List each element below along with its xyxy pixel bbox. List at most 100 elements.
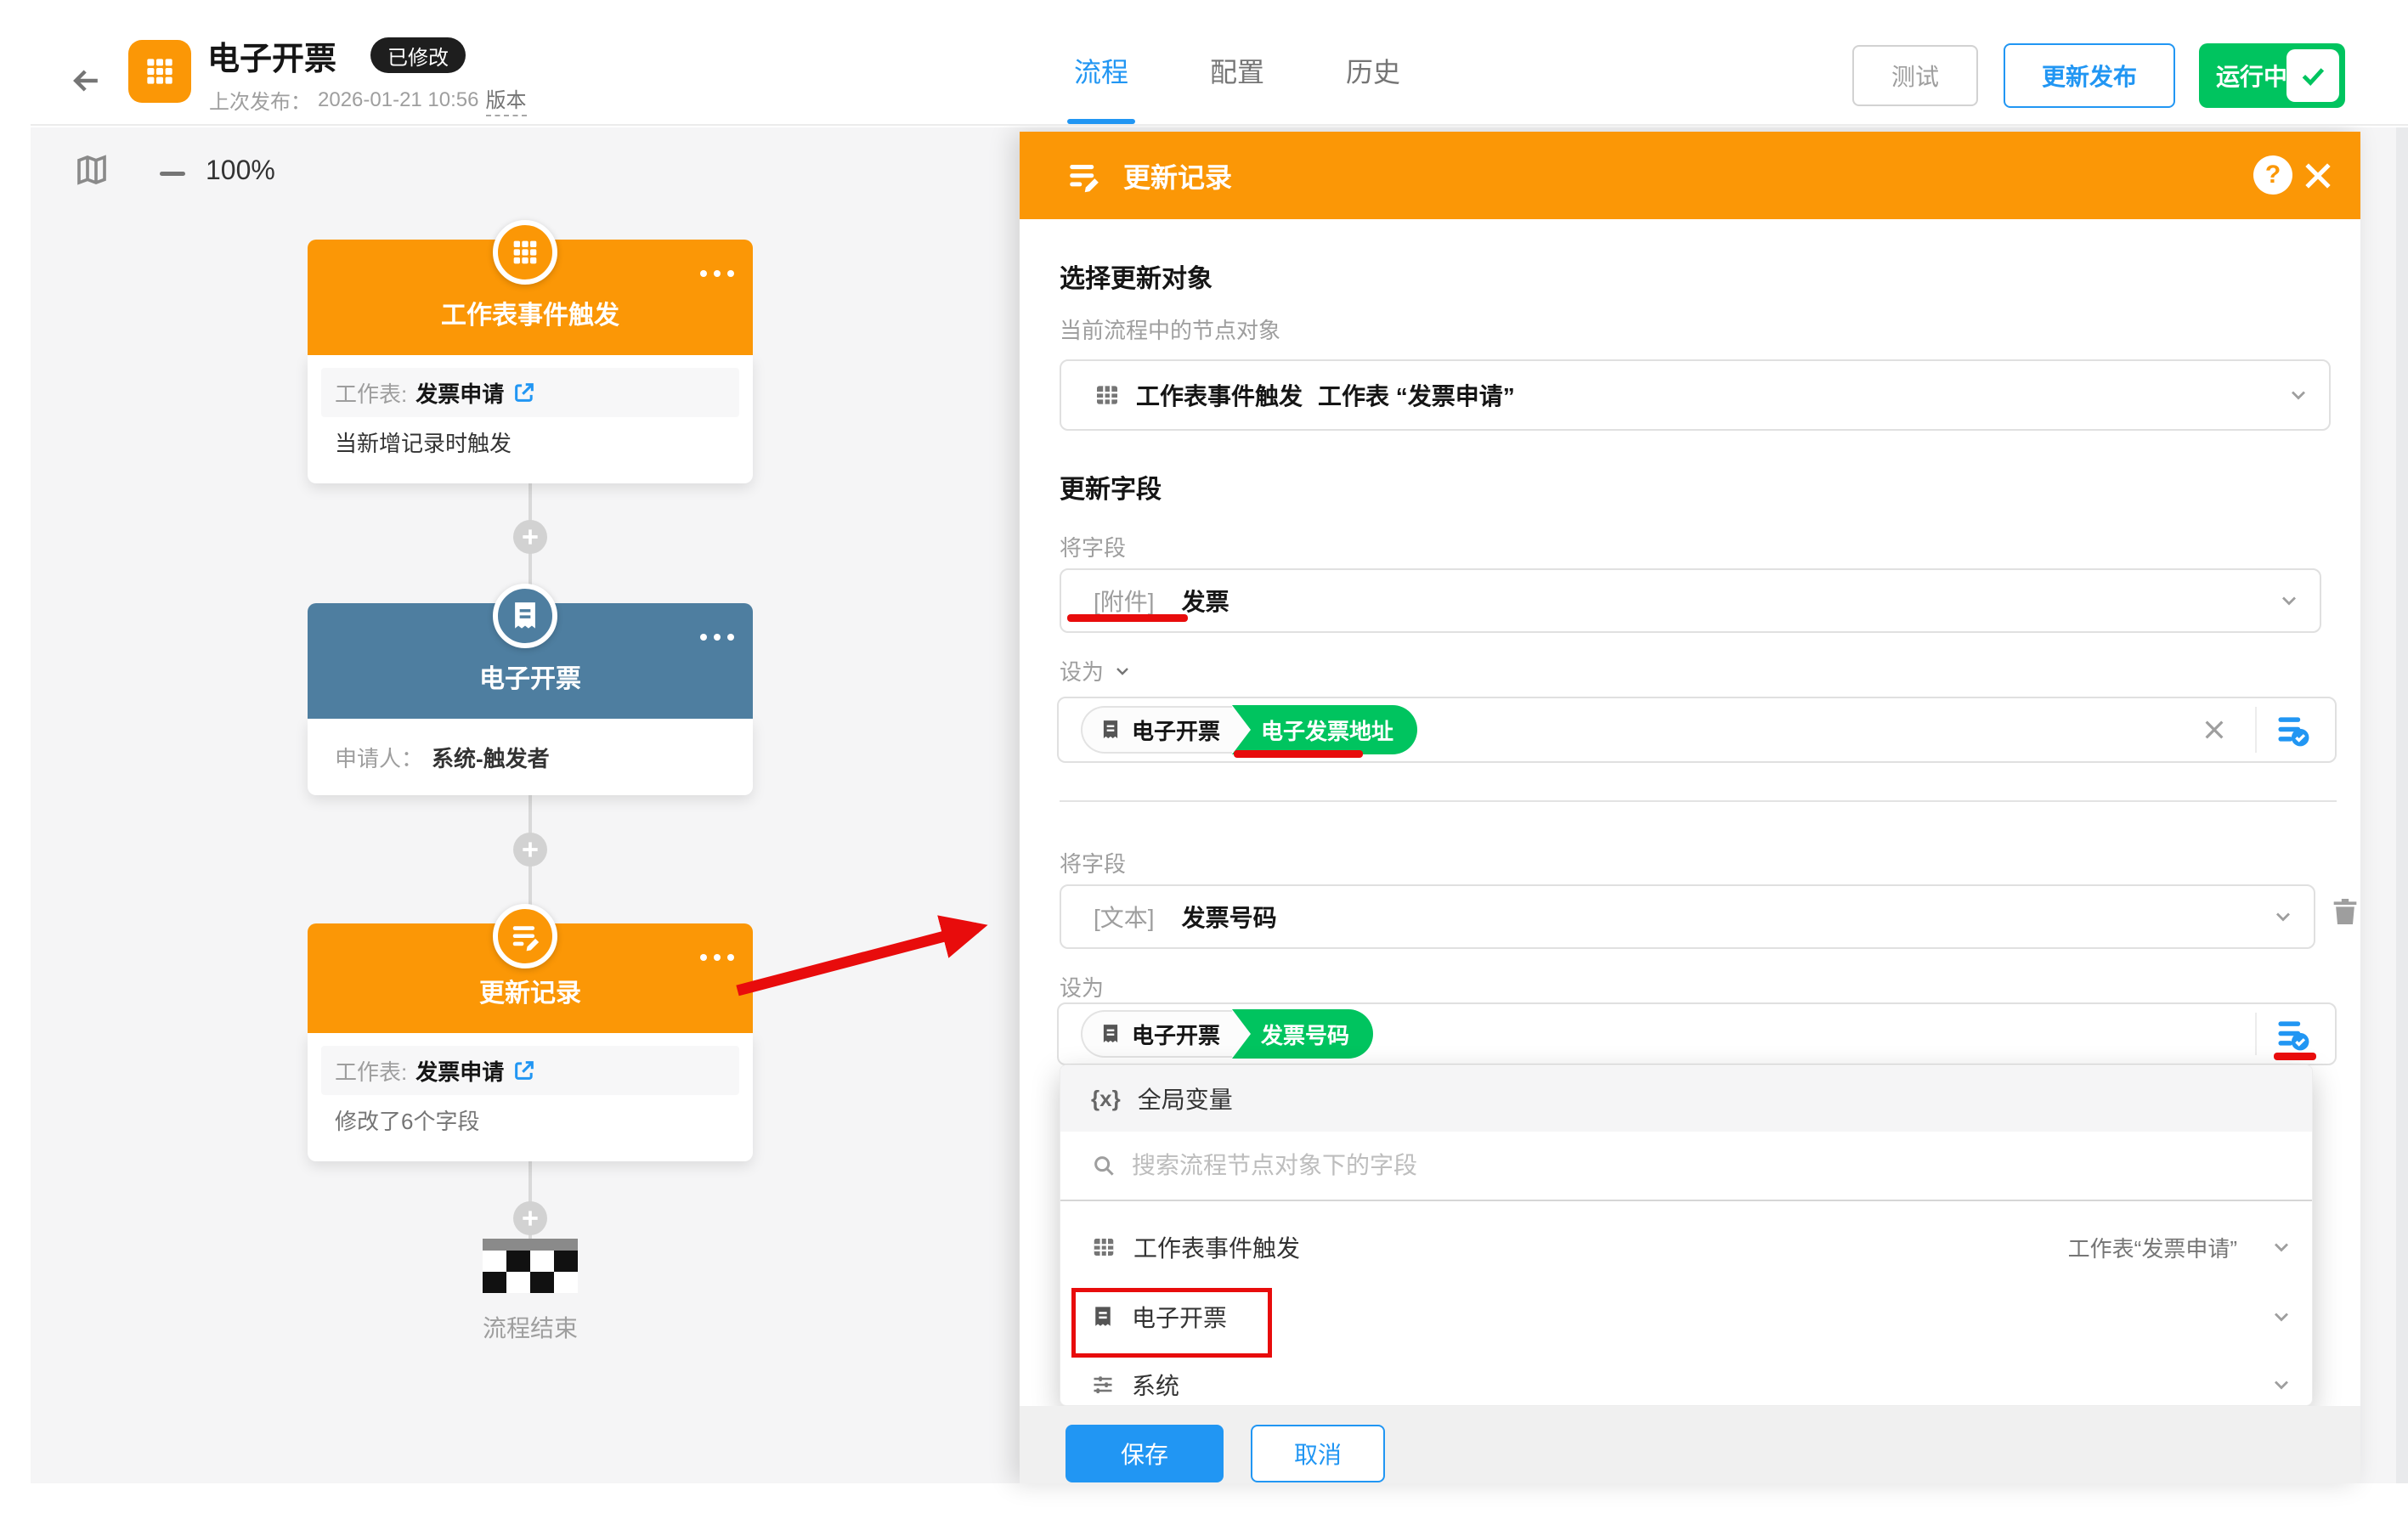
save-button[interactable]: 保存 — [1066, 1425, 1224, 1482]
picker-item-label: 系统 — [1132, 1368, 1179, 1402]
grid-icon — [508, 235, 542, 269]
close-icon[interactable] — [2299, 157, 2337, 195]
tag-source-pill[interactable]: 电子开票 — [1081, 1010, 1254, 1058]
node-e-invoice[interactable]: 电子开票 申请人： 系统-触发者 — [308, 603, 753, 795]
node-update-record[interactable]: 更新记录 工作表: 发票申请 修改了6个字段 — [308, 923, 753, 1161]
edit-list-icon — [1066, 158, 1101, 194]
workflow-app-icon — [128, 40, 191, 103]
field-name: 发票号码 — [1182, 900, 1277, 934]
object-label: 当前流程中的节点对象 — [1060, 313, 1280, 345]
select-field-icon[interactable] — [2274, 1015, 2311, 1053]
external-link-icon[interactable] — [512, 1059, 536, 1082]
chevron-down-icon[interactable] — [1112, 661, 1133, 681]
picker-item-detail: 工作表“发票申请” — [2068, 1232, 2237, 1263]
picker-item-system[interactable]: 系统 — [1060, 1352, 2312, 1406]
edit-list-icon — [509, 920, 541, 952]
add-node-button[interactable] — [513, 833, 547, 867]
tag-field-value[interactable]: 发票号码 — [1232, 1009, 1373, 1059]
toggle-check-icon — [2286, 49, 2339, 102]
node-row-value: 发票申请 — [415, 377, 504, 409]
update-record-panel: 更新记录 ? 选择更新对象 当前流程中的节点对象 工作表事件触发 工作表 “发票… — [1020, 132, 2360, 1483]
node-menu-button[interactable] — [700, 634, 734, 641]
object-detail: 工作表 “发票申请” — [1318, 378, 1515, 412]
field-search-input[interactable] — [1132, 1152, 2151, 1179]
node-worksheet-trigger[interactable]: 工作表事件触发 工作表: 发票申请 当新增记录时触发 — [308, 240, 753, 483]
version-link[interactable]: 版本 — [486, 83, 527, 116]
update-node-icon — [493, 904, 557, 968]
divider — [2255, 1013, 2257, 1055]
flow-end-label: 流程结束 — [445, 1310, 615, 1344]
running-toggle[interactable]: 运行中 — [2199, 43, 2345, 108]
set-value-field-2[interactable]: 电子开票 发票号码 — [1057, 1002, 2337, 1065]
field-type: [附件] — [1094, 584, 1155, 618]
help-icon[interactable]: ? — [2253, 155, 2292, 195]
global-variables-item[interactable]: {x} 全局变量 — [1060, 1065, 2312, 1132]
node-menu-button[interactable] — [700, 270, 734, 277]
node-row-value: 系统-触发者 — [432, 742, 550, 773]
annotation-underline — [1234, 750, 1363, 758]
grid-icon — [1091, 1234, 1116, 1260]
minimap-icon[interactable] — [75, 153, 109, 187]
field-name: 发票 — [1182, 584, 1229, 618]
chevron-down-icon[interactable] — [2270, 1305, 2293, 1329]
tag-field-value[interactable]: 电子发票地址 — [1232, 705, 1417, 754]
select-field-icon[interactable] — [2274, 711, 2311, 748]
external-link-icon[interactable] — [512, 381, 536, 404]
tab-flow[interactable]: 流程 — [1067, 17, 1135, 124]
test-button[interactable]: 测试 — [1852, 45, 1978, 106]
global-variables-label: 全局变量 — [1138, 1081, 1233, 1115]
zoom-level: 100% — [206, 155, 275, 186]
invoice-node-icon — [493, 584, 557, 648]
add-node-button[interactable] — [513, 520, 547, 554]
set-as-label: 设为 — [1060, 971, 1104, 1002]
annotation-box — [1071, 1288, 1272, 1358]
field-type: [文本] — [1094, 900, 1155, 934]
modified-badge: 已修改 — [370, 37, 466, 73]
object-select[interactable]: 工作表事件触发 工作表 “发票申请” — [1060, 359, 2331, 431]
workflow-title: 电子开票 — [207, 32, 336, 79]
receipt-icon — [1099, 719, 1122, 741]
clear-icon[interactable] — [2201, 716, 2228, 743]
publish-button[interactable]: 更新发布 — [2004, 43, 2175, 108]
node-row-label: 工作表: — [335, 1055, 407, 1087]
node-row-value: 发票申请 — [415, 1055, 504, 1087]
field-select-attachment[interactable]: [附件] 发票 — [1060, 568, 2321, 633]
add-node-button[interactable] — [513, 1201, 547, 1235]
running-label: 运行中 — [2216, 59, 2287, 93]
tab-config[interactable]: 配置 — [1203, 17, 1271, 124]
search-icon — [1091, 1153, 1116, 1178]
panel-header: 更新记录 ? — [1020, 132, 2360, 219]
section-divider — [1060, 800, 2337, 802]
tag-source: 电子开票 — [1132, 1019, 1220, 1050]
picker-item-trigger[interactable]: 工作表事件触发 工作表“发票申请” — [1060, 1215, 2312, 1279]
field-picker-popup: {x} 全局变量 工作表事件触发 工作表“发票申请” 电子开票 系统 — [1060, 1064, 2313, 1406]
zoom-out-button[interactable] — [160, 172, 185, 176]
last-publish-time: 2026-01-21 10:56 — [318, 88, 479, 112]
back-button[interactable] — [68, 62, 105, 99]
chevron-down-icon[interactable] — [2270, 1235, 2293, 1259]
field-select-text[interactable]: [文本] 发票号码 — [1060, 884, 2315, 949]
flow-end-flag-icon — [483, 1239, 578, 1293]
chevron-down-icon — [2271, 905, 2295, 929]
panel-footer: 保存 取消 — [1020, 1406, 2360, 1483]
delete-field-icon[interactable] — [2328, 895, 2362, 929]
chevron-down-icon — [2286, 383, 2310, 407]
grid-icon — [141, 53, 178, 90]
tag-source-pill[interactable]: 电子开票 — [1081, 706, 1254, 754]
chevron-down-icon — [2277, 589, 2301, 613]
chevron-down-icon[interactable] — [2270, 1373, 2293, 1397]
node-row-label: 工作表: — [335, 377, 407, 409]
top-header: 电子开票 已修改 上次发布： 2026-01-21 10:56 版本 流程 配置… — [31, 17, 2408, 126]
scrollbar[interactable] — [2396, 127, 2408, 1483]
node-row-label: 申请人： — [335, 742, 423, 773]
divider — [2255, 707, 2257, 753]
update-fields-heading: 更新字段 — [1060, 468, 1162, 505]
receipt-icon — [509, 600, 541, 632]
annotation-underline — [2274, 1053, 2316, 1060]
node-title: 更新记录 — [479, 972, 581, 1009]
set-as-label: 设为 — [1060, 655, 1133, 686]
tab-history[interactable]: 历史 — [1339, 17, 1407, 124]
picker-item-label: 工作表事件触发 — [1133, 1230, 1300, 1264]
cancel-button[interactable]: 取消 — [1251, 1425, 1385, 1482]
header-tabs: 流程 配置 历史 — [1067, 17, 1407, 124]
